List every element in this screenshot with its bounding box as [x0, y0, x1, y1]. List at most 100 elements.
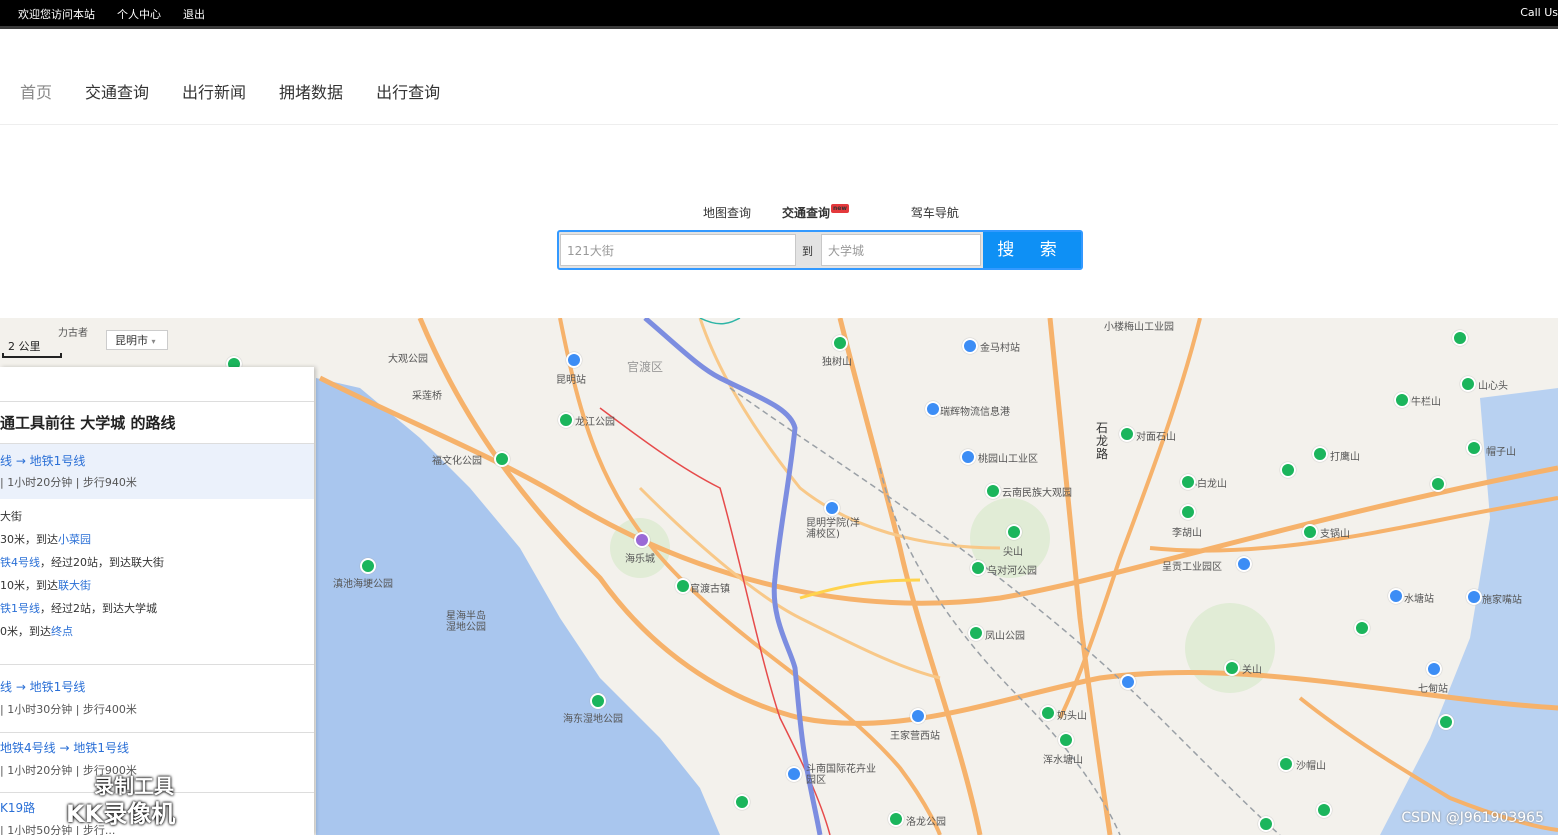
step-text: 0米，到达: [0, 625, 51, 638]
to-input[interactable]: [821, 234, 981, 266]
route-name: K19路: [0, 801, 36, 815]
map-label: 水塘站: [1404, 594, 1434, 605]
city-select[interactable]: 昆明市 ▾: [106, 330, 168, 350]
map-label: 云南民族大观园: [1002, 488, 1072, 499]
mountain-icon: [1460, 376, 1476, 392]
map-label: 尖山: [1003, 547, 1023, 558]
mountain-icon: [1466, 440, 1482, 456]
map-label: 官渡古镇: [690, 584, 730, 595]
step-text: ，经过2站，到达大学城: [40, 602, 157, 615]
map-label: 瑞辉物流信息港: [940, 407, 1010, 418]
mountain-icon: [1278, 756, 1294, 772]
step-highlight: 终点: [51, 625, 73, 638]
divider: [0, 401, 314, 402]
route-step: 10米，到达联大街: [0, 577, 91, 593]
welcome-link[interactable]: 欢迎您访问本站: [18, 6, 95, 22]
business-icon: [960, 449, 976, 465]
chevron-down-icon: ▾: [151, 337, 156, 346]
park-icon: [970, 560, 986, 576]
main-nav: 首页 交通查询 出行新闻 拥堵数据 出行查询: [0, 29, 1558, 125]
map-label: 乌对河公园: [987, 566, 1037, 577]
mountain-icon: [1180, 474, 1196, 490]
mountain-icon: [1006, 524, 1022, 540]
mountain-icon: [1394, 392, 1410, 408]
tab-driving-nav[interactable]: 驾车导航: [911, 204, 959, 221]
map-label: 呈贡工业园区: [1162, 562, 1222, 573]
logout-link[interactable]: 退出: [183, 6, 205, 22]
tab-traffic-query-label: 交通查询: [782, 206, 831, 220]
mall-icon: [634, 532, 650, 548]
nav-travel-query[interactable]: 出行查询: [376, 79, 440, 103]
tab-traffic-query[interactable]: 交通查询 new: [782, 204, 880, 221]
park-icon: [734, 794, 750, 810]
map-label: 李胡山: [1172, 528, 1202, 539]
map-label: 小楼梅山工业园: [1104, 322, 1174, 333]
map-label: 洛龙公园: [906, 817, 946, 828]
map-label: 桃园山工业区: [978, 454, 1038, 465]
from-input[interactable]: [560, 234, 796, 266]
search-button[interactable]: 搜 索: [983, 232, 1081, 268]
nav-home[interactable]: 首页: [20, 79, 52, 103]
map-label: 奶头山: [1057, 711, 1087, 722]
nav-traffic-query[interactable]: 交通查询: [85, 79, 149, 103]
map-label: 凤山公园: [985, 631, 1025, 642]
step-text: 30米，到达: [0, 533, 58, 546]
mountain-icon: [1316, 802, 1332, 818]
map-label: 七甸站: [1418, 684, 1448, 695]
to-label: 到: [802, 245, 813, 258]
mountain-icon: [1312, 446, 1328, 462]
divider: [0, 664, 314, 665]
map-label: 金马村站: [980, 343, 1020, 354]
business-icon: [925, 401, 941, 417]
watermark-line2: KK录像机: [66, 800, 176, 828]
map-label: 官渡区: [627, 360, 664, 374]
park-icon: [985, 483, 1001, 499]
map-label: 支锅山: [1320, 529, 1350, 540]
business-icon: [1236, 556, 1252, 572]
step-highlight: 铁1号线: [0, 602, 40, 615]
step-text: ，经过20站，到达联大街: [40, 556, 164, 569]
map-label: 对面石山: [1136, 432, 1176, 443]
route-name: 地铁4号线 → 地铁1号线: [0, 741, 129, 755]
map-label: 独树山: [822, 357, 852, 368]
route-step: 30米，到达小菜园: [0, 531, 91, 547]
station-icon: [910, 708, 926, 724]
step-highlight: 铁4号线: [0, 556, 40, 569]
map-label: 沙帽山: [1296, 761, 1326, 772]
tab-map-query[interactable]: 地图查询: [703, 204, 751, 221]
station-icon: [962, 338, 978, 354]
map-label: 海东湿地公园: [563, 714, 623, 725]
station-icon: [786, 766, 802, 782]
map-label: 福文化公园: [432, 456, 482, 467]
map-label: 施家嘴站: [1482, 595, 1522, 606]
route-step: 铁1号线，经过2站，到达大学城: [0, 600, 157, 616]
mountain-icon: [1180, 504, 1196, 520]
park-icon: [590, 693, 606, 709]
nav-travel-news[interactable]: 出行新闻: [182, 79, 246, 103]
station-icon: [1466, 589, 1482, 605]
station-icon: [566, 352, 582, 368]
mountain-icon: [1224, 660, 1240, 676]
search-box: 到 搜 索: [557, 230, 1083, 270]
profile-link[interactable]: 个人中心: [117, 6, 161, 22]
mountain-icon: [1430, 476, 1446, 492]
step-text: 10米，到达: [0, 579, 58, 592]
map-label: 采莲桥: [412, 391, 442, 402]
map-label: 关山: [1242, 665, 1262, 676]
route-option[interactable]: 线 → 地铁1号线 | 1小时20分钟 | 步行940米: [0, 444, 314, 499]
park-icon: [888, 811, 904, 827]
mountain-icon: [1438, 714, 1454, 730]
route-option[interactable]: 线 → 地铁1号线 | 1小时30分钟 | 步行400米: [0, 672, 314, 724]
mountain-icon: [1280, 462, 1296, 478]
step-highlight: 小菜园: [58, 533, 91, 546]
mountain-icon: [1258, 816, 1274, 832]
route-meta: | 1小时20分钟 | 步行940米: [0, 476, 137, 489]
map-label: 打鹰山: [1330, 452, 1360, 463]
map-label: 王家营西站: [890, 731, 940, 742]
map-label: 帽子山: [1486, 447, 1516, 458]
search-tabs: 地图查询 交通查询 new 驾车导航: [703, 204, 990, 221]
park-icon: [675, 578, 691, 594]
nav-congestion-data[interactable]: 拥堵数据: [279, 79, 343, 103]
call-us-text: Call Us: [1520, 6, 1558, 19]
mountain-icon: [1040, 705, 1056, 721]
